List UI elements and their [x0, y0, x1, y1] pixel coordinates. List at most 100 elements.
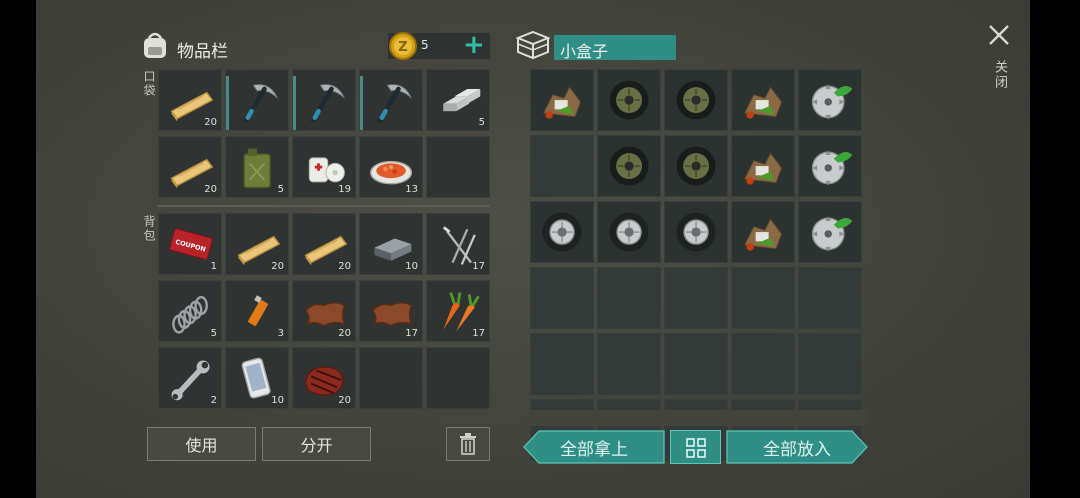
backpack-slot[interactable]: 17 — [426, 213, 490, 275]
wheel-icon — [542, 212, 582, 252]
scrap-icon — [743, 218, 783, 251]
item-count: 20 — [204, 117, 217, 128]
sort-button[interactable] — [670, 430, 721, 464]
wrench-icon — [171, 360, 210, 401]
pocket-slot[interactable]: 5 — [225, 136, 289, 198]
container-slot[interactable] — [731, 201, 795, 263]
wheel-icon — [676, 212, 716, 252]
container-name-field[interactable]: 小盒子 — [554, 35, 676, 61]
backpack-slot[interactable]: COUPON 1 — [158, 213, 222, 275]
pocket-slot[interactable]: 13 — [359, 136, 423, 198]
container-slot[interactable] — [798, 201, 862, 263]
backpack-slot[interactable]: 10 — [225, 347, 289, 409]
container-slot[interactable] — [664, 267, 728, 329]
container-slot[interactable] — [731, 267, 795, 329]
backpack-slot[interactable] — [359, 347, 423, 409]
backpack-slot[interactable]: 20 — [292, 280, 356, 342]
backpack-slot[interactable]: 3 — [225, 280, 289, 342]
inventory-title: 物品栏 — [177, 42, 228, 62]
container-slot[interactable] — [597, 201, 661, 263]
add-coins-button[interactable]: + — [463, 30, 485, 60]
pickaxe-icon — [310, 84, 345, 123]
sawblade-icon — [811, 84, 853, 120]
item-count: 5 — [210, 328, 217, 339]
svg-text:Z: Z — [398, 40, 407, 55]
spring-icon — [172, 295, 208, 334]
screen-edge-left — [0, 0, 36, 498]
item-count: 20 — [204, 184, 217, 195]
container-slot[interactable] — [597, 135, 661, 197]
container-slot[interactable] — [798, 69, 862, 131]
put-all-button[interactable]: 全部放入 — [726, 430, 868, 464]
container-slot[interactable] — [530, 201, 594, 263]
screen-edge-right — [1030, 0, 1080, 498]
trash-button[interactable] — [446, 427, 490, 461]
tire-icon — [676, 146, 716, 186]
backpack-label: 背包 — [142, 215, 156, 243]
coin-count: 5 — [421, 38, 429, 52]
item-count: 17 — [405, 328, 418, 339]
container-slot[interactable] — [530, 69, 594, 131]
backpack-slot[interactable]: 5 — [158, 280, 222, 342]
close-button[interactable] — [986, 22, 1012, 48]
pocket-slot[interactable]: 20 — [158, 69, 222, 131]
take-all-button[interactable]: 全部拿上 — [523, 430, 665, 464]
use-button[interactable]: 使用 — [147, 427, 256, 461]
container-slot[interactable] — [664, 69, 728, 131]
item-count: 1 — [210, 261, 217, 272]
trash-icon — [460, 433, 476, 455]
backpack-slot[interactable]: 10 — [359, 213, 423, 275]
pocket-slot[interactable]: 19 — [292, 136, 356, 198]
backpack-slot[interactable]: 20 — [292, 213, 356, 275]
lighter-icon — [248, 295, 268, 326]
container-slot[interactable] — [664, 135, 728, 197]
container-slot[interactable] — [798, 267, 862, 329]
sawblade-icon — [811, 216, 853, 252]
coupon-icon: COUPON — [169, 228, 213, 260]
close-icon — [989, 25, 1009, 45]
pocket-slot[interactable]: 5 — [426, 69, 490, 131]
backpack-slot[interactable]: 2 — [158, 347, 222, 409]
container-slot[interactable] — [597, 333, 661, 395]
box-icon — [515, 30, 551, 60]
pocket-slot[interactable] — [292, 69, 356, 131]
coin-icon: Z — [389, 32, 417, 60]
container-slot[interactable] — [597, 69, 661, 131]
iron-bar-icon — [443, 88, 481, 112]
container-slot[interactable] — [798, 333, 862, 395]
pocket-slot[interactable] — [225, 69, 289, 131]
item-count: 10 — [405, 261, 418, 272]
backpack-slot[interactable] — [426, 347, 490, 409]
item-count: 20 — [271, 261, 284, 272]
container-slot[interactable] — [664, 201, 728, 263]
item-count: 2 — [210, 395, 217, 406]
backpack-slot[interactable]: 17 — [359, 280, 423, 342]
split-button[interactable]: 分开 — [262, 427, 371, 461]
container-grid-mask — [528, 410, 868, 426]
container-slot[interactable] — [731, 135, 795, 197]
scrap-icon — [542, 86, 582, 119]
backpack-slot[interactable]: 17 — [426, 280, 490, 342]
container-slot[interactable] — [731, 333, 795, 395]
pocket-slot[interactable] — [359, 69, 423, 131]
container-slot[interactable] — [731, 69, 795, 131]
item-count: 17 — [472, 328, 485, 339]
pocket-slot[interactable] — [426, 136, 490, 198]
container-slot[interactable] — [664, 333, 728, 395]
container-slot[interactable] — [530, 333, 594, 395]
container-slot[interactable] — [597, 267, 661, 329]
scrap-icon — [743, 86, 783, 119]
backpack-slot[interactable]: 20 — [225, 213, 289, 275]
item-count: 19 — [338, 184, 351, 195]
container-slot[interactable] — [530, 267, 594, 329]
tire-icon — [609, 80, 649, 120]
pocket-slot[interactable]: 20 — [158, 136, 222, 198]
backpack-slot[interactable]: 20 — [292, 347, 356, 409]
section-divider — [157, 205, 490, 207]
item-count: 20 — [338, 261, 351, 272]
wheel-icon — [609, 212, 649, 252]
item-count: 5 — [277, 184, 284, 195]
close-label: 关闭 — [992, 60, 1007, 90]
container-slot[interactable] — [798, 135, 862, 197]
container-slot[interactable] — [530, 135, 594, 197]
